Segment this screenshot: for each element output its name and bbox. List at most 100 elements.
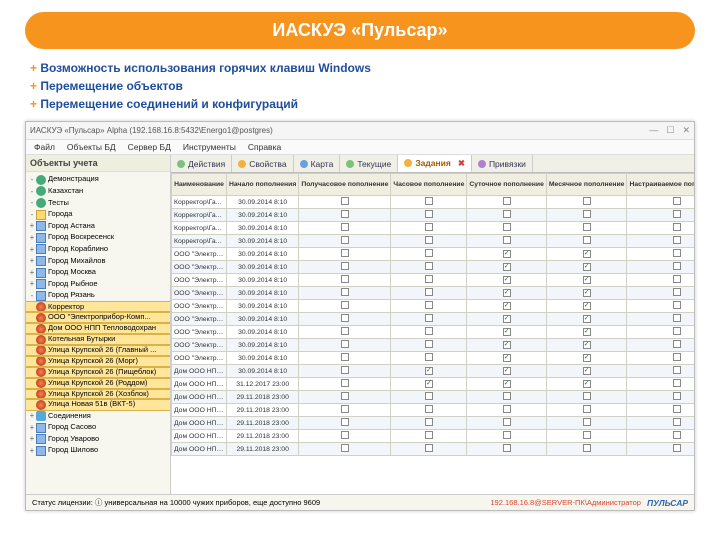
cell-checkbox[interactable] [391,300,467,313]
tree-node[interactable]: Улица Крупской 26 (Роддом) [26,378,170,389]
tree-node[interactable]: Улица Крупской 26 (Пищеблок) [26,367,170,378]
grid-header[interactable]: Месячное пополнение [546,174,627,196]
cell-checkbox[interactable] [627,196,694,209]
cell-checkbox[interactable] [299,404,391,417]
minimize-button[interactable]: — [649,125,658,136]
tree-node[interactable]: Улица Крупской 26 (Главный ... [26,345,170,356]
tab-Задания[interactable]: Задания✖ [398,155,472,172]
expander-icon[interactable]: + [28,410,36,422]
tab-Действия[interactable]: Действия [171,155,232,172]
cell-checkbox[interactable] [299,313,391,326]
cell-checkbox[interactable] [546,274,627,287]
grid-row[interactable]: ООО "Электро...30.09.2014 8:101000 [172,287,695,300]
cell-checkbox[interactable] [467,326,546,339]
cell-checkbox[interactable] [467,287,546,300]
tree-node[interactable]: -Города [26,209,170,221]
cell-checkbox[interactable] [391,209,467,222]
expander-icon[interactable]: + [28,433,36,445]
expander-icon[interactable]: + [28,232,36,244]
cell-checkbox[interactable] [467,261,546,274]
grid-row[interactable]: ООО "Электро...30.09.2014 8:101000 [172,261,695,274]
cell-checkbox[interactable] [299,287,391,300]
cell-checkbox[interactable] [467,443,546,456]
cell-checkbox[interactable] [546,222,627,235]
cell-checkbox[interactable] [546,235,627,248]
menu-help[interactable]: Справка [248,142,281,152]
grid-row[interactable]: Корректор\Га...30.09.2014 8:101000 [172,222,695,235]
cell-checkbox[interactable] [299,352,391,365]
maximize-button[interactable]: ☐ [666,125,674,136]
cell-checkbox[interactable] [467,248,546,261]
tree-node[interactable]: Улица Крупской 26 (Хозблок) [26,389,170,400]
menu-file[interactable]: Файл [34,142,55,152]
grid-row[interactable]: Дом ООО НПП Т...30.09.2014 8:101000 [172,365,695,378]
cell-checkbox[interactable] [546,300,627,313]
cell-checkbox[interactable] [546,391,627,404]
cell-checkbox[interactable] [467,235,546,248]
expander-icon[interactable]: - [28,174,36,186]
cell-checkbox[interactable] [546,326,627,339]
cell-checkbox[interactable] [627,430,694,443]
cell-checkbox[interactable] [391,235,467,248]
cell-checkbox[interactable] [627,326,694,339]
cell-checkbox[interactable] [467,196,546,209]
cell-checkbox[interactable] [467,313,546,326]
expander-icon[interactable]: - [28,197,36,209]
expander-icon[interactable]: + [28,244,36,256]
cell-checkbox[interactable] [299,326,391,339]
tree-node[interactable]: Дом ООО НПП Тепловодохран [26,323,170,334]
tree-node[interactable]: +Город Сасово [26,422,170,434]
cell-checkbox[interactable] [299,391,391,404]
cell-checkbox[interactable] [627,209,694,222]
cell-checkbox[interactable] [546,196,627,209]
tab-Карта[interactable]: Карта [294,155,341,172]
cell-checkbox[interactable] [299,261,391,274]
tab-Текущие[interactable]: Текущие [340,155,398,172]
tree-node[interactable]: -Город Рязань [26,290,170,302]
cell-checkbox[interactable] [391,313,467,326]
expander-icon[interactable]: - [28,209,36,221]
cell-checkbox[interactable] [391,326,467,339]
tree-node[interactable]: +Город Москва [26,267,170,279]
cell-checkbox[interactable] [627,404,694,417]
tree-node[interactable]: +Город Кораблино [26,244,170,256]
cell-checkbox[interactable] [391,443,467,456]
expander-icon[interactable]: + [28,422,36,434]
cell-checkbox[interactable] [391,430,467,443]
cell-checkbox[interactable] [546,404,627,417]
cell-checkbox[interactable] [467,300,546,313]
grid-row[interactable]: ООО "Электро...30.09.2014 8:101000 [172,339,695,352]
cell-checkbox[interactable] [467,378,546,391]
cell-checkbox[interactable] [546,261,627,274]
cell-checkbox[interactable] [299,222,391,235]
menu-db-server[interactable]: Сервер БД [128,142,171,152]
tree-node[interactable]: +Город Астана [26,220,170,232]
cell-checkbox[interactable] [627,417,694,430]
cell-checkbox[interactable] [299,248,391,261]
cell-checkbox[interactable] [391,352,467,365]
tab-close-icon[interactable]: ✖ [458,158,465,169]
grid-row[interactable]: Дом ООО НПП Т...29.11.2018 23:000 [172,443,695,456]
menu-tools[interactable]: Инструменты [183,142,236,152]
grid-row[interactable]: Корректор\Га...30.09.2014 8:101000 [172,235,695,248]
grid-row[interactable]: ООО "Электро...30.09.2014 8:101000 [172,300,695,313]
tree-node[interactable]: +Город Михайлов [26,255,170,267]
expander-icon[interactable]: + [28,220,36,232]
tree-node[interactable]: -Казахстан [26,186,170,198]
tree-node[interactable]: +Город Шилово [26,445,170,457]
close-button[interactable]: ✕ [682,125,690,136]
expander-icon[interactable]: - [28,186,36,198]
cell-checkbox[interactable] [299,235,391,248]
cell-checkbox[interactable] [546,209,627,222]
cell-checkbox[interactable] [627,339,694,352]
cell-checkbox[interactable] [627,365,694,378]
tree-node[interactable]: Корректор [26,302,170,313]
menu-db-objects[interactable]: Объекты БД [67,142,116,152]
cell-checkbox[interactable] [391,287,467,300]
cell-checkbox[interactable] [299,417,391,430]
grid-row[interactable]: Дом ООО НПП Т...31.12.2017 23:001000 [172,378,695,391]
tree-node[interactable]: -Тесты [26,197,170,209]
grid-row[interactable]: Дом ООО НПП Т...29.11.2018 23:000 [172,404,695,417]
cell-checkbox[interactable] [546,378,627,391]
tree-node[interactable]: +Город Воскресенск [26,232,170,244]
